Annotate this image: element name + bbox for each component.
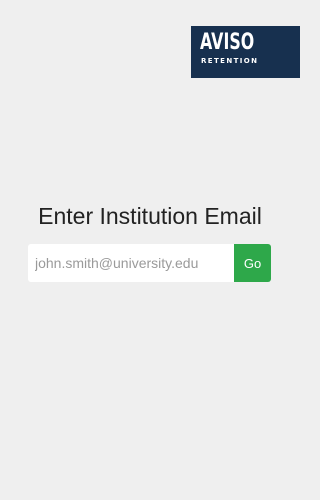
- page-title: Enter Institution Email: [38, 203, 262, 229]
- logo-subtitle: RETENTION: [201, 57, 259, 65]
- aviso-retention-logo: AVISO RETENTION: [191, 26, 300, 78]
- logo-title: AVISO: [200, 30, 255, 55]
- go-button[interactable]: Go: [234, 244, 271, 282]
- institution-email-field[interactable]: [28, 244, 234, 282]
- email-form: Go: [28, 244, 271, 282]
